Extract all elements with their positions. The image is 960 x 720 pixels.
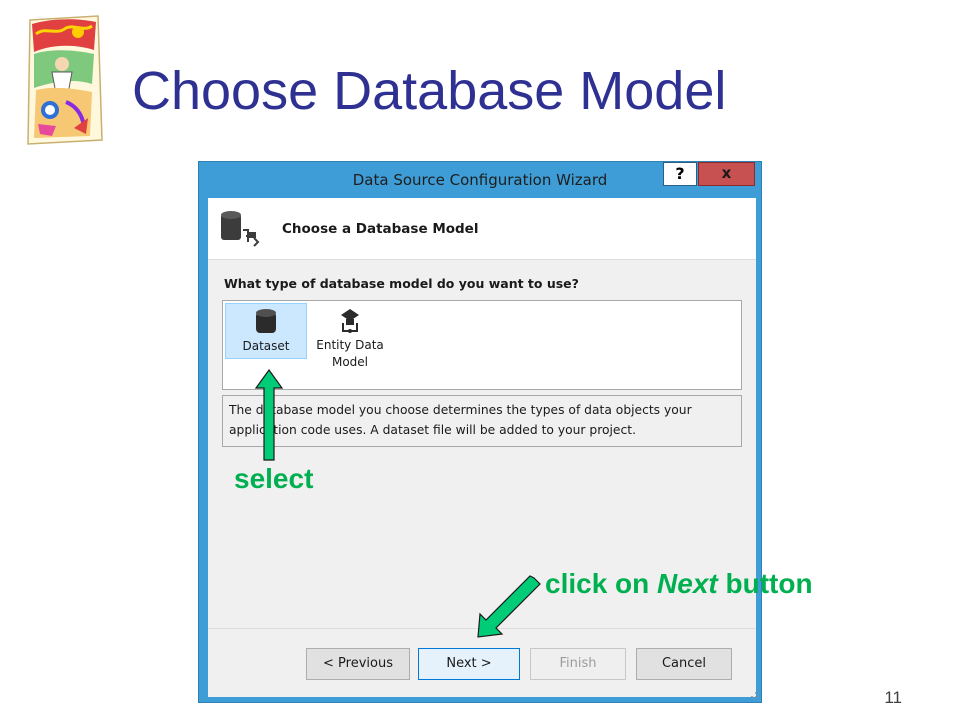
model-options-list: Dataset Entity Data Model xyxy=(222,300,742,390)
cancel-button[interactable]: Cancel xyxy=(636,648,732,680)
slide-page-number: 11 xyxy=(884,688,902,707)
click-annotation-prefix: click on xyxy=(545,568,658,599)
select-annotation: select xyxy=(234,463,314,494)
click-annotation-suffix: button xyxy=(717,568,813,599)
wizard-header: Choose a Database Model xyxy=(208,198,756,260)
window-titlebar[interactable]: Data Source Configuration Wizard ? x xyxy=(199,162,761,198)
previous-button[interactable]: < Previous xyxy=(306,648,410,680)
finish-button[interactable]: Finish xyxy=(530,648,626,680)
database-icon xyxy=(256,309,276,333)
model-question-label: What type of database model do you want … xyxy=(224,276,579,291)
close-button[interactable]: x xyxy=(698,162,755,186)
wizard-step-title: Choose a Database Model xyxy=(282,221,479,237)
model-description: The database model you choose determines… xyxy=(222,395,742,447)
click-next-annotation: click on Next button xyxy=(545,568,813,600)
click-annotation-emphasis: Next xyxy=(657,568,718,599)
entity-model-icon xyxy=(341,309,359,333)
option-dataset[interactable]: Dataset xyxy=(225,303,307,359)
next-button[interactable]: Next > xyxy=(418,648,520,680)
description-line-1: The database model you choose determines… xyxy=(229,403,692,417)
option-entity-data-model[interactable]: Entity Data Model xyxy=(309,303,391,383)
option-entity-label-line1: Entity Data xyxy=(316,338,384,352)
slide-logo-image xyxy=(27,15,103,145)
resize-grip-icon[interactable] xyxy=(748,689,758,699)
select-arrow-icon xyxy=(254,368,284,461)
database-connection-icon xyxy=(221,211,260,247)
help-button[interactable]: ? xyxy=(663,162,697,186)
next-arrow-icon xyxy=(477,575,541,638)
slide-title: Choose Database Model xyxy=(132,61,727,121)
option-entity-label-line2: Model xyxy=(331,355,369,369)
description-line-2: application code uses. A dataset file wi… xyxy=(229,423,636,437)
option-dataset-label: Dataset xyxy=(242,339,290,353)
